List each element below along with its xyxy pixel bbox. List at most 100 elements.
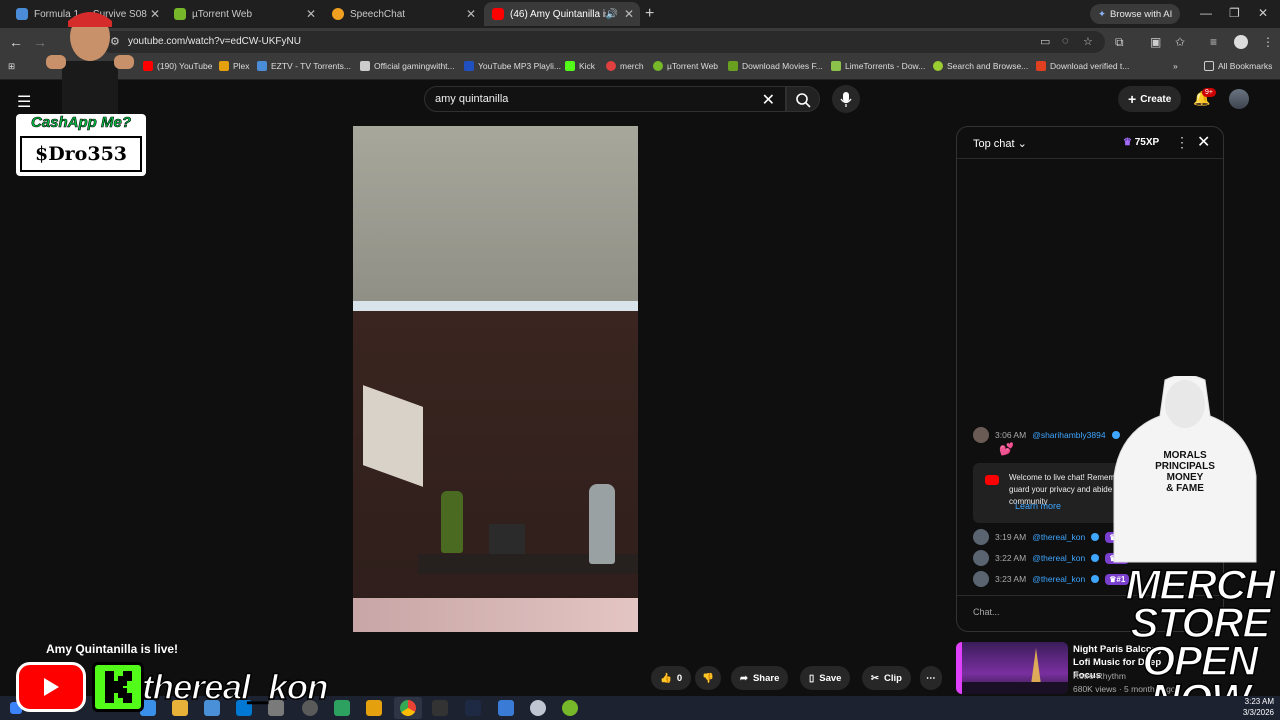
verified-icon (1091, 575, 1100, 583)
media-controls-icon[interactable]: ≡ (1210, 35, 1217, 49)
address-bar[interactable]: ⚙ youtube.com/watch?v=edCW-UKFyNU ▭ ◌ ☆ (100, 31, 1105, 53)
new-tab-button[interactable]: + (645, 5, 654, 23)
taskbar-app-icon[interactable] (465, 700, 481, 716)
close-icon[interactable]: ✕ (306, 7, 316, 21)
tab-favicon-icon (174, 8, 186, 20)
clip-button[interactable]: ✂ Clip (862, 666, 911, 690)
create-button[interactable]: + Create (1118, 86, 1182, 112)
plus-icon: + (1128, 91, 1137, 107)
browse-with-ai-button[interactable]: ✦ Browse with AI (1090, 4, 1181, 24)
recommendation-thumbnail[interactable] (956, 642, 1068, 694)
tab-utorrent[interactable]: µTorrent Web ✕ (166, 2, 322, 26)
system-clock[interactable]: 3:23 AM 3/3/2026 (1234, 696, 1274, 718)
window-close-button[interactable]: ✕ (1258, 6, 1268, 20)
bookmark-search-browse[interactable]: Search and Browse... (933, 61, 1028, 71)
share-label: Share (752, 672, 780, 684)
back-button[interactable]: ← (9, 34, 23, 50)
tab-favicon-icon (16, 8, 28, 20)
voice-search-button[interactable] (832, 85, 860, 113)
recommendation-channel[interactable]: Retro-Rhythm (1073, 671, 1126, 681)
restore-button[interactable]: ❐ (1229, 6, 1240, 20)
plex-taskbar-icon[interactable] (366, 700, 382, 716)
sparkle-icon: ✦ (1098, 8, 1106, 20)
cast-icon[interactable]: ▭ (1040, 35, 1050, 48)
share-button[interactable]: ➦ Share (731, 666, 789, 690)
chrome-taskbar-button[interactable] (394, 697, 422, 719)
bookmark-download-movies[interactable]: Download Movies F... (728, 61, 823, 71)
x-icon (1036, 61, 1046, 71)
hoodie-print-line: & FAME (1166, 483, 1204, 494)
clear-search-icon[interactable]: ✕ (762, 90, 775, 110)
streamer-brand-overlay: thereal_kon (16, 660, 329, 716)
search-input[interactable]: amy quintanilla ✕ (424, 86, 786, 112)
chat-message: 3:06 AM @sharihambly3894 (973, 427, 1120, 443)
bookmark-star-icon[interactable]: ☆ (1083, 35, 1093, 48)
close-chat-icon[interactable]: ✕ (1197, 132, 1210, 152)
bookmark-plex[interactable]: Plex (219, 61, 250, 71)
hamburger-menu-icon[interactable]: ☰ (17, 92, 31, 112)
close-icon[interactable]: ✕ (466, 7, 476, 21)
kick-icon (565, 61, 575, 71)
bookmark-limetorrents[interactable]: LimeTorrents - Dow... (831, 61, 925, 71)
chat-mode-dropdown[interactable]: Top chat ⌄ (973, 137, 1027, 150)
chat-input[interactable]: Chat... (973, 607, 1000, 617)
chat-menu-icon[interactable]: ⋮ (1175, 134, 1189, 151)
more-actions-button[interactable]: ⋯ (920, 666, 942, 690)
favorites-icon[interactable]: ✩ (1175, 35, 1185, 49)
bookmark-kick[interactable]: Kick (565, 61, 595, 71)
account-avatar[interactable] (1229, 89, 1249, 109)
hoodie-print: MORALS PRINCIPALS MONEY & FAME (1152, 450, 1218, 494)
dislike-button[interactable]: 👎 (695, 666, 721, 690)
screen: Formula 1 ... Survive S08 ✕ µTorrent Web… (0, 0, 1280, 720)
all-bookmarks[interactable]: All Bookmarks (1204, 61, 1272, 71)
message-author[interactable]: @thereal_kon (1032, 553, 1085, 563)
chevron-right-icon[interactable]: » (1173, 61, 1178, 71)
verified-icon (1091, 533, 1100, 541)
bookmark-eztv[interactable]: EZTV - TV Torrents... (257, 61, 351, 71)
bookmark-merch[interactable]: merch (606, 61, 644, 71)
profile-avatar[interactable] (1234, 35, 1248, 49)
taskbar-app-icon[interactable] (334, 700, 350, 716)
tab-speechchat[interactable]: SpeechChat ✕ (324, 2, 482, 26)
close-icon[interactable]: ✕ (624, 7, 634, 21)
bookmark-download-verified[interactable]: Download verified t... (1036, 61, 1129, 71)
avatar[interactable] (973, 427, 989, 443)
chevron-down-icon: ⌄ (1017, 138, 1027, 150)
like-button[interactable]: 👍 0 (651, 666, 692, 690)
avatar[interactable] (973, 550, 989, 566)
search-button[interactable] (786, 86, 820, 112)
audio-playing-icon[interactable]: 🔊 (606, 9, 618, 20)
side-panel-icon[interactable]: ▣ (1150, 35, 1161, 49)
microphone-icon (840, 92, 852, 107)
bookmark-utorrent[interactable]: µTorrent Web (653, 61, 718, 71)
message-text: 💕 (999, 442, 1014, 456)
bookmark-label: Search and Browse... (947, 61, 1029, 71)
video-player[interactable] (353, 126, 638, 632)
xp-badge[interactable]: ♛ 75XP (1123, 137, 1159, 148)
minimize-button[interactable]: — (1200, 6, 1212, 20)
video-frame-trim (353, 301, 638, 311)
message-author[interactable]: @sharihambly3894 (1032, 430, 1105, 440)
utorrent-taskbar-icon[interactable] (562, 700, 578, 716)
save-button[interactable]: ▯ Save (800, 666, 851, 690)
bookmark-gaming[interactable]: Official gamingwitht... (360, 61, 455, 71)
taskbar-app-icon[interactable] (432, 700, 448, 716)
extensions-icon[interactable]: ⧉ (1115, 35, 1124, 50)
message-author[interactable]: @thereal_kon (1032, 574, 1085, 584)
kebab-menu-icon[interactable]: ⋮ (1262, 35, 1274, 49)
bookmark-mp3[interactable]: YouTube MP3 Playli... (464, 61, 561, 71)
avatar[interactable] (973, 529, 989, 545)
tab-youtube-live[interactable]: (46) Amy Quintanilla is live! 🔊 ✕ (484, 2, 640, 26)
apps-icon[interactable]: ⊞ (8, 61, 15, 72)
learn-more-link[interactable]: Learn more (1015, 501, 1061, 511)
avatar[interactable] (973, 571, 989, 587)
eye-off-icon[interactable]: ◌ (1062, 35, 1069, 47)
tab-strip: Formula 1 ... Survive S08 ✕ µTorrent Web… (0, 0, 1280, 28)
browse-with-ai-label: Browse with AI (1109, 8, 1173, 20)
close-icon[interactable]: ✕ (150, 7, 160, 21)
taskbar-app-icon[interactable] (530, 700, 546, 716)
thumbs-up-icon: 👍 (660, 672, 672, 684)
message-author[interactable]: @thereal_kon (1032, 532, 1085, 542)
bookmark-youtube[interactable]: (190) YouTube (143, 61, 212, 71)
taskbar-app-icon[interactable] (498, 700, 514, 716)
